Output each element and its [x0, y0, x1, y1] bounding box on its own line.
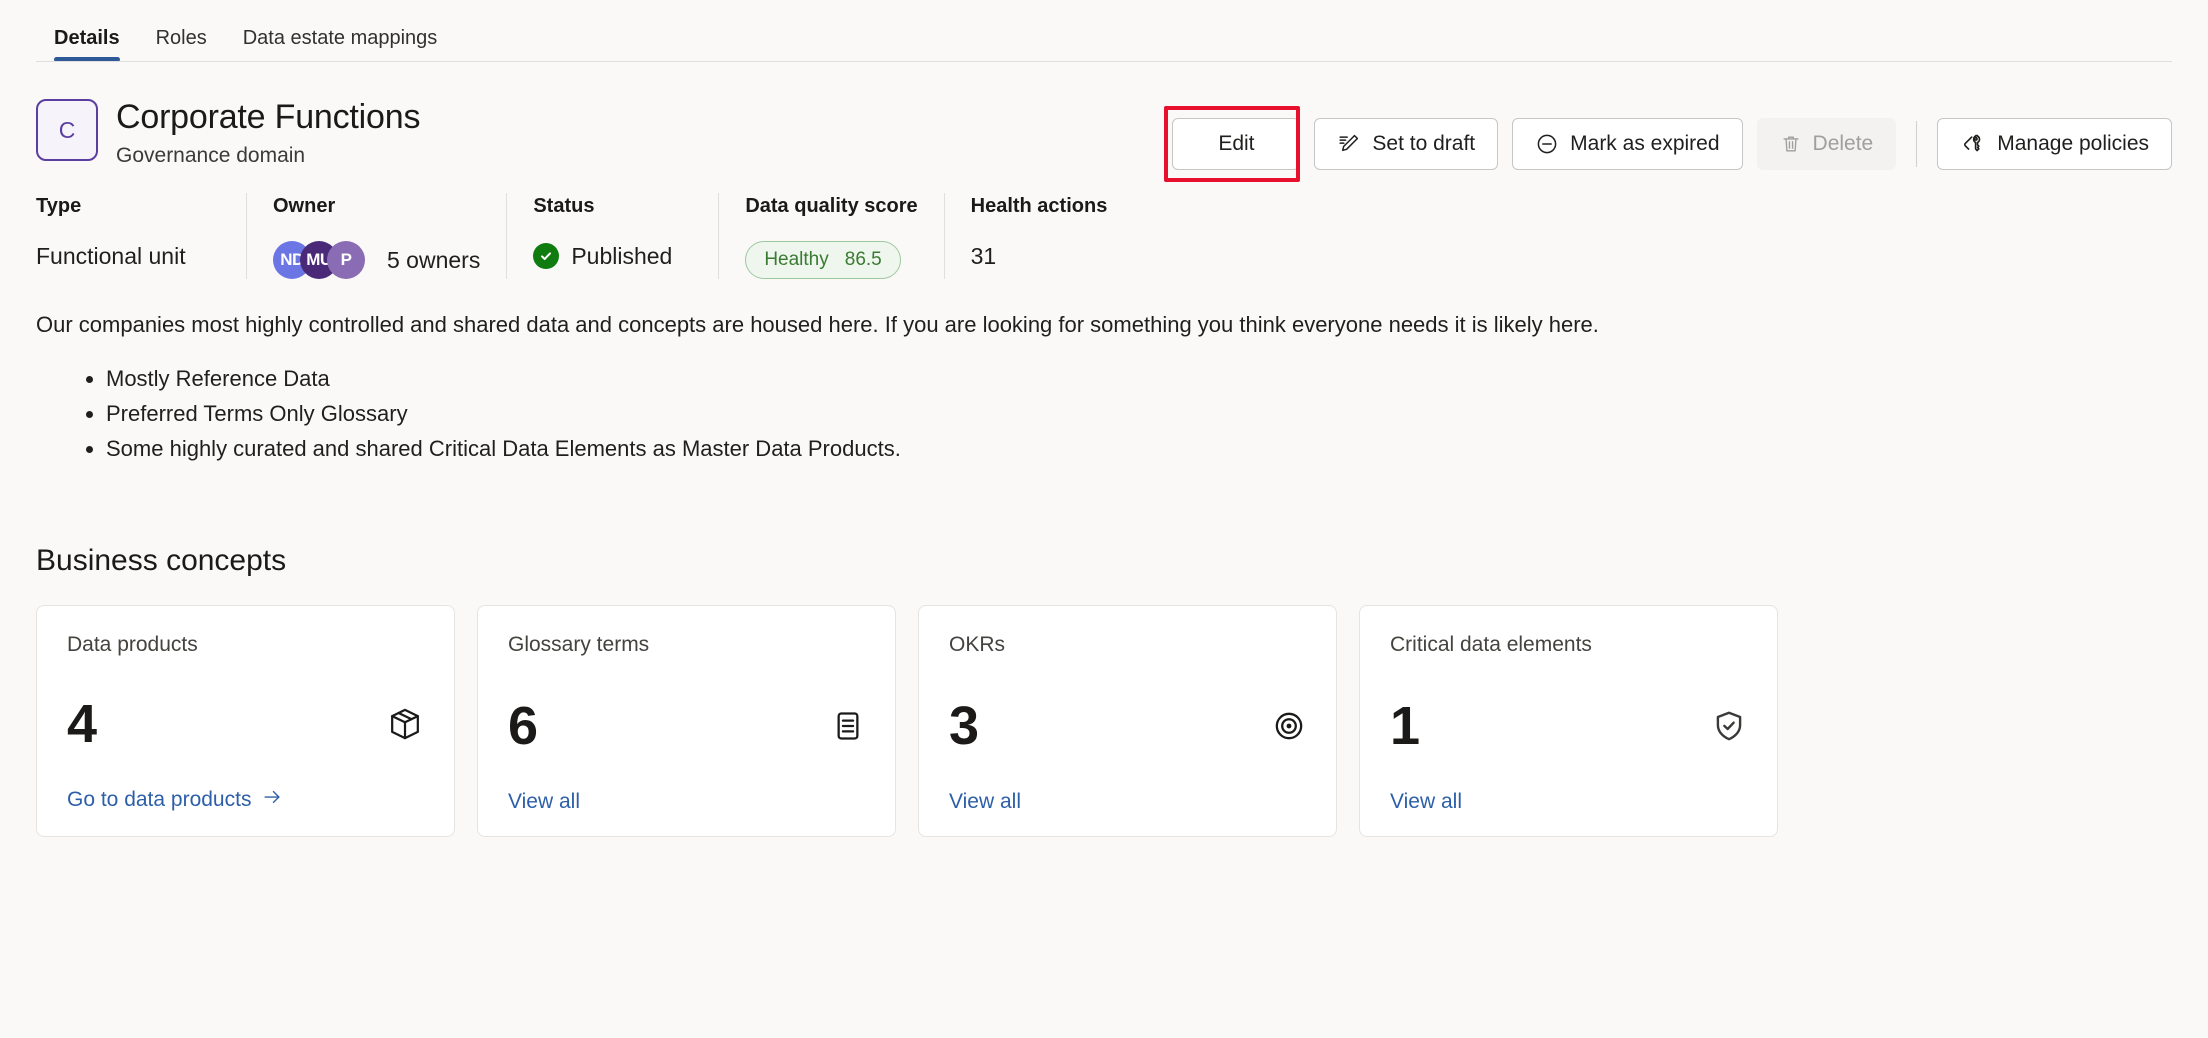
card-data-products[interactable]: Data products 4 Go to data products [36, 605, 455, 837]
meta-type-value: Functional unit [36, 243, 186, 269]
page-header: C Corporate Functions Governance domain … [0, 62, 2208, 182]
card-label: OKRs [949, 633, 1006, 656]
mark-as-expired-label: Mark as expired [1570, 132, 1720, 155]
meta-owner-value: ND MU P 5 owners [273, 241, 480, 279]
data-quality-score: 86.5 [844, 249, 882, 270]
meta-type-label: Type [36, 195, 82, 217]
card-link-view-all-cde[interactable]: View all [1390, 790, 1747, 814]
description-bullet-list: Mostly Reference Data Preferred Terms On… [36, 361, 2172, 466]
domain-avatar: C [36, 99, 98, 161]
data-quality-state: Healthy [764, 249, 829, 270]
status-badge: Published [533, 241, 672, 271]
card-link-label: View all [1390, 790, 1462, 813]
meta-status: Status Published [506, 193, 718, 279]
meta-data-quality-label: Data quality score [745, 195, 918, 217]
shield-check-icon [1711, 708, 1747, 744]
tab-details[interactable]: Details [36, 8, 138, 62]
pencil-edit-icon [1337, 132, 1361, 156]
toolbar-divider [1916, 121, 1918, 167]
box-icon [386, 705, 424, 743]
title-text: Corporate Functions Governance domain [116, 96, 420, 171]
title-block: C Corporate Functions Governance domain [36, 96, 420, 171]
list-item: Preferred Terms Only Glossary [106, 396, 2172, 431]
manage-policies-button[interactable]: Manage policies [1937, 118, 2172, 170]
card-count: 1 [1390, 696, 1421, 756]
data-quality-pill[interactable]: Healthy 86.5 [745, 241, 901, 279]
arrow-right-icon [261, 786, 283, 814]
card-count: 3 [949, 696, 980, 756]
avatar[interactable]: P [327, 241, 365, 279]
card-critical-data-elements[interactable]: Critical data elements 1 View all [1359, 605, 1778, 837]
target-icon [1272, 709, 1306, 743]
set-to-draft-label: Set to draft [1372, 132, 1476, 155]
page-title: Corporate Functions [116, 98, 421, 136]
card-middle: 3 [949, 658, 1306, 790]
card-okrs[interactable]: OKRs 3 View all [918, 605, 1337, 837]
meta-data-quality: Data quality score Healthy 86.5 [718, 193, 943, 279]
meta-owner: Owner ND MU P 5 owners [246, 193, 506, 279]
meta-health-actions: Health actions 31 [943, 193, 1134, 279]
description-paragraph: Our companies most highly controlled and… [36, 312, 1599, 337]
owner-avatar-group[interactable]: ND MU P [273, 241, 365, 279]
meta-owner-label: Owner [273, 195, 336, 217]
card-link-label: View all [949, 790, 1021, 813]
tab-roles[interactable]: Roles [138, 8, 225, 62]
meta-health-actions-value: 31 [970, 243, 997, 269]
minus-circle-icon [1535, 132, 1559, 156]
card-label: Glossary terms [508, 633, 650, 656]
card-link-view-all-glossary[interactable]: View all [508, 790, 865, 814]
domain-avatar-initial: C [58, 116, 76, 143]
mark-as-expired-button[interactable]: Mark as expired [1512, 118, 1743, 170]
tab-details-label: Details [54, 27, 120, 49]
card-middle: 4 [67, 658, 424, 786]
business-concepts-title: Business concepts [36, 544, 287, 577]
trash-icon [1780, 133, 1802, 155]
card-link-label: View all [508, 790, 580, 813]
meta-data-quality-value: Healthy 86.5 [745, 241, 917, 279]
card-link-label: Go to data products [67, 788, 252, 811]
description-block: Our companies most highly controlled and… [0, 279, 2208, 466]
edit-button-label: Edit [1218, 132, 1255, 155]
set-to-draft-button[interactable]: Set to draft [1314, 118, 1499, 170]
key-policy-icon [1960, 131, 1986, 157]
tab-data-estate-mappings-label: Data estate mappings [242, 27, 438, 49]
meta-type: Type Functional unit [36, 193, 246, 279]
list-item: Mostly Reference Data [106, 361, 2172, 396]
action-toolbar: Edit Set to draft Mark as expired Delete… [1164, 106, 2172, 182]
card-link-go-to-data-products[interactable]: Go to data products [67, 786, 424, 814]
card-middle: 1 [1390, 658, 1747, 790]
metadata-strip: Type Functional unit Owner ND MU P 5 own… [0, 171, 2208, 279]
page-subtitle: Governance domain [116, 144, 306, 167]
meta-status-label: Status [533, 195, 595, 217]
avatar-initials: P [340, 250, 352, 269]
check-circle-icon [533, 243, 560, 269]
card-middle: 6 [508, 658, 865, 790]
card-link-view-all-okrs[interactable]: View all [949, 790, 1306, 814]
meta-health-actions-label: Health actions [970, 195, 1108, 217]
card-label: Critical data elements [1390, 633, 1592, 656]
edit-button[interactable]: Edit [1172, 118, 1301, 170]
list-item: Some highly curated and shared Critical … [106, 431, 2172, 466]
card-label: Data products [67, 633, 198, 656]
delete-button: Delete [1756, 118, 1897, 170]
owner-count: 5 owners [387, 247, 481, 273]
card-count: 4 [67, 694, 98, 754]
manage-policies-label: Manage policies [1997, 132, 2149, 155]
delete-button-label: Delete [1812, 132, 1874, 155]
business-concepts-cards: Data products 4 Go to data products Glos… [0, 578, 2208, 837]
active-tab-underline [54, 57, 120, 62]
document-icon [831, 709, 865, 743]
card-glossary-terms[interactable]: Glossary terms 6 View all [477, 605, 896, 837]
card-count: 6 [508, 696, 539, 756]
tab-data-estate-mappings[interactable]: Data estate mappings [225, 8, 456, 62]
status-text: Published [571, 243, 673, 269]
tab-roles-label: Roles [155, 27, 207, 49]
tab-bar: Details Roles Data estate mappings [0, 0, 2208, 62]
meta-status-value: Published [533, 241, 692, 271]
